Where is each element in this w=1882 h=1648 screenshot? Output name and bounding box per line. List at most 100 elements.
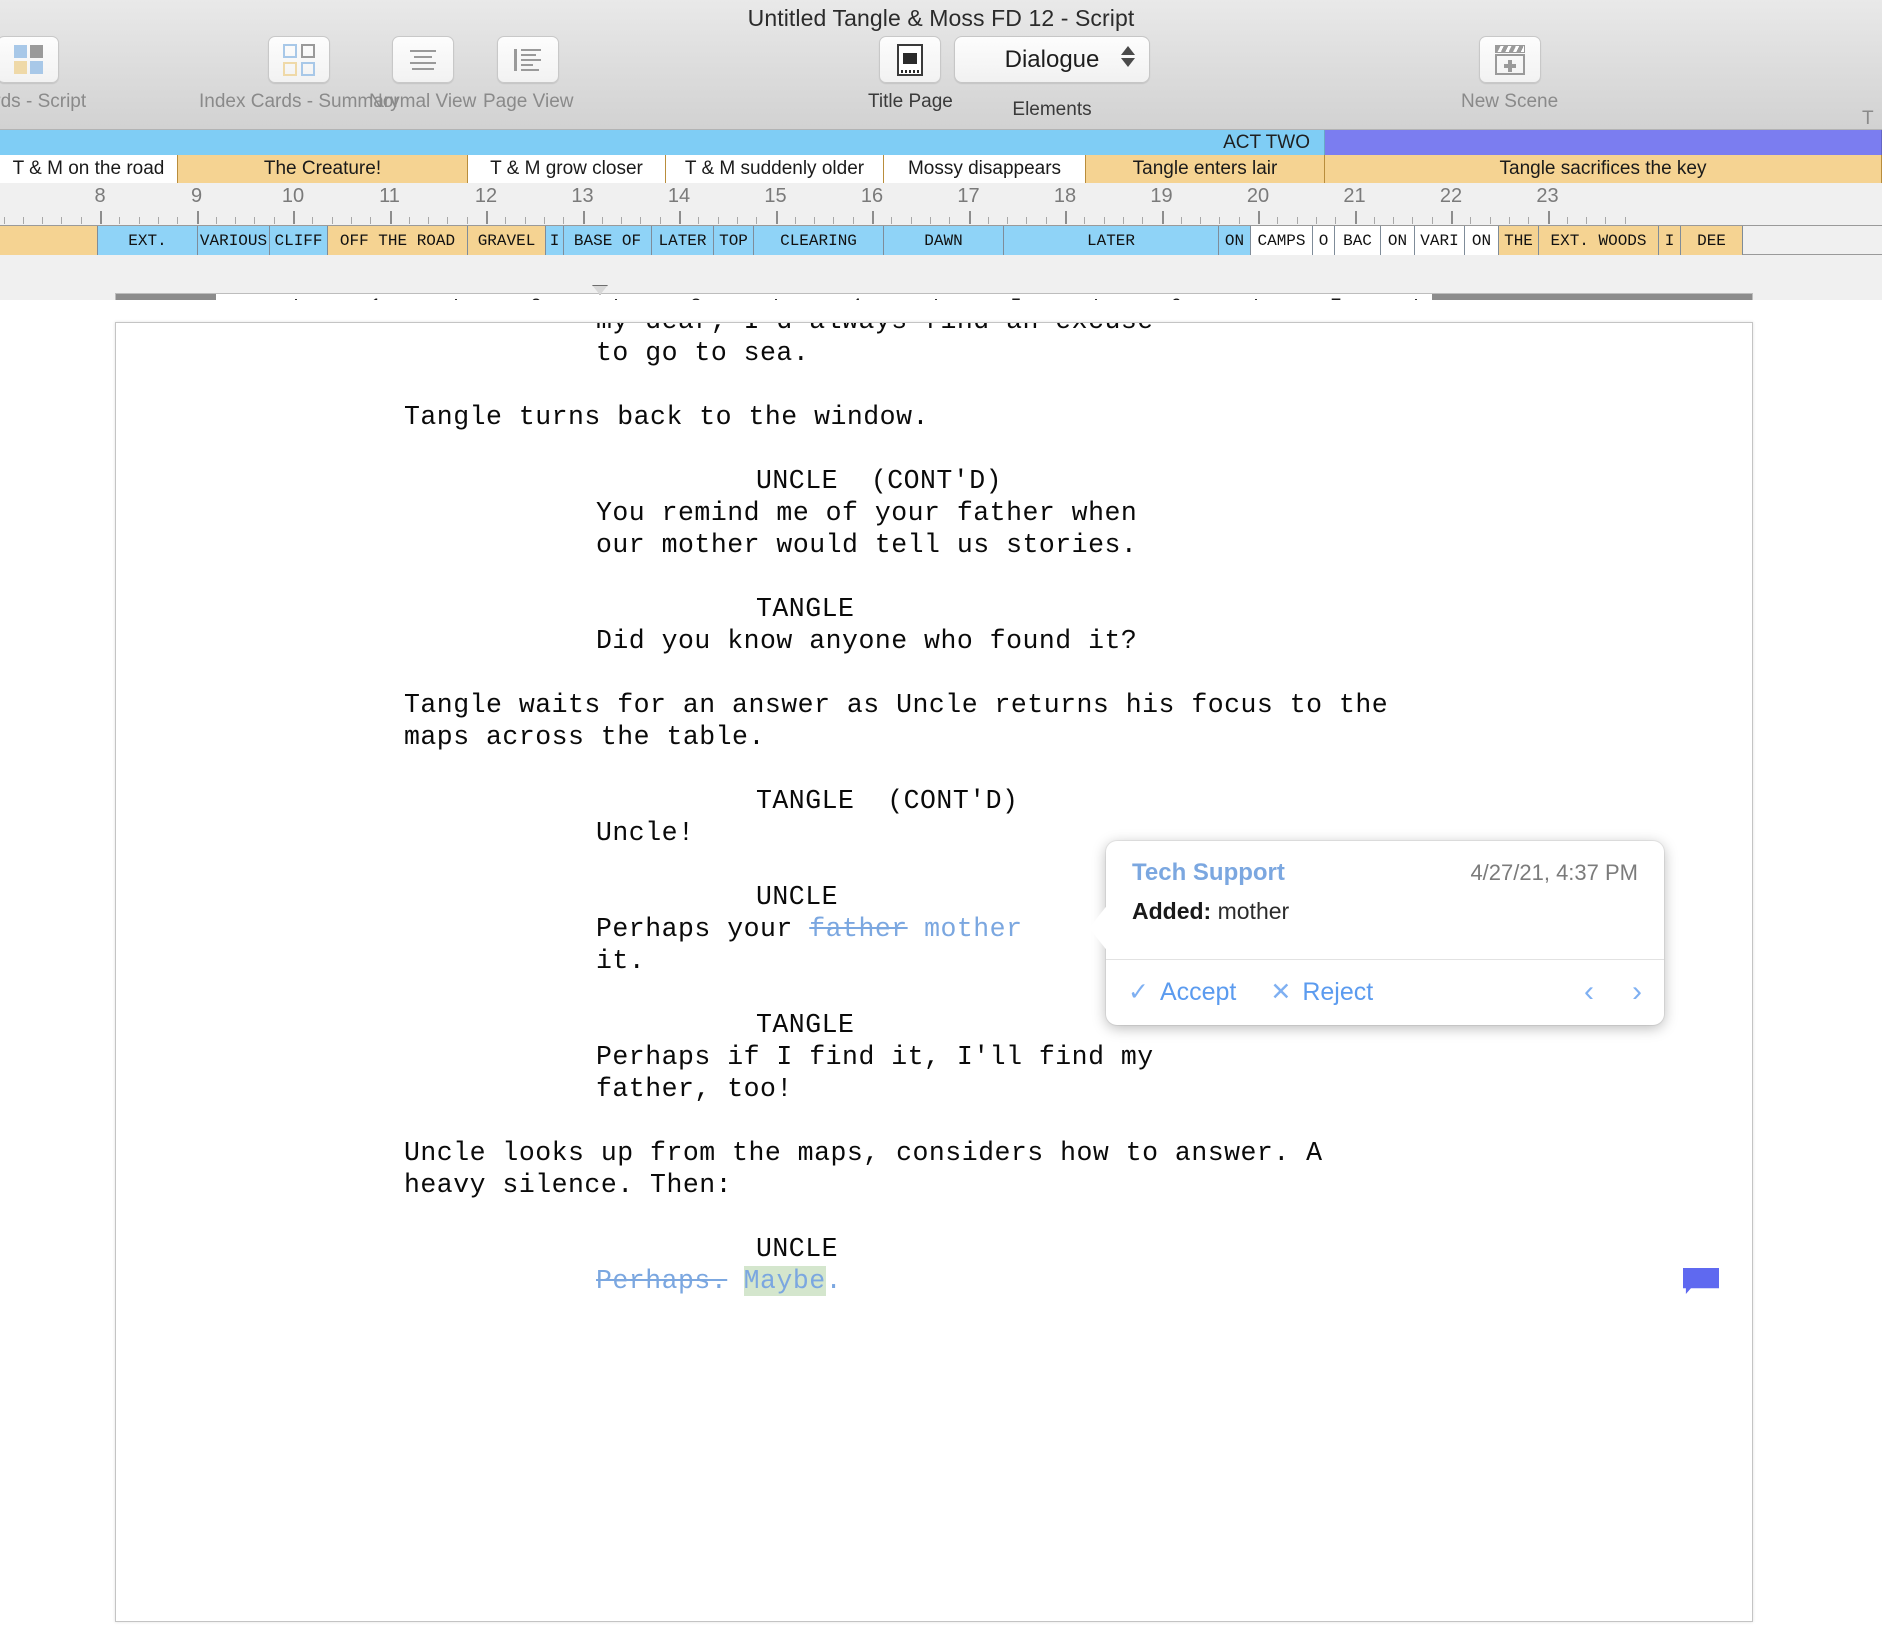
scene-bar[interactable]: EXT.VARIOUSCLIFFOFF THE ROADGRAVELIBASE … (0, 225, 1882, 255)
scene-item[interactable]: VARIOUS (198, 226, 270, 255)
scene-item[interactable]: BAC (1335, 226, 1381, 255)
scene-item[interactable]: LATER (652, 226, 714, 255)
beat-item[interactable]: T & M suddenly older (666, 155, 884, 183)
act-two-label: ACT TWO (1223, 132, 1310, 154)
scene-item[interactable] (0, 226, 98, 255)
script-character-line[interactable]: UNCLE (CONT'D) (116, 465, 1753, 497)
new-scene-button[interactable]: New Scene (1461, 36, 1558, 113)
script-blank-line[interactable] (116, 1105, 1753, 1137)
scene-label: VARIOUS (200, 232, 267, 250)
page-view-button[interactable]: Page View (483, 36, 574, 113)
scene-item[interactable]: CLIFF (270, 226, 328, 255)
ruler-minor-tick (1026, 217, 1027, 224)
scene-item[interactable]: O (1313, 226, 1335, 255)
ruler-minor-tick (1509, 217, 1510, 224)
index-cards-script-button[interactable]: Cards - Script (0, 36, 86, 113)
script-character-line[interactable]: TANGLE (116, 593, 1753, 625)
prev-revision-chevron-left-icon[interactable]: ‹ (1584, 977, 1594, 1007)
ruler-major-tick (1258, 211, 1260, 224)
revision-popup[interactable]: Tech Support 4/27/21, 4:37 PM Added: mot… (1106, 841, 1664, 1025)
act-segment-three[interactable] (1325, 130, 1882, 155)
act-bar[interactable]: ACT TWO (0, 130, 1882, 155)
script-action-line[interactable]: heavy silence. Then: (116, 1169, 1753, 1201)
ruler-minor-tick (1297, 217, 1298, 224)
ruler-minor-tick (177, 217, 178, 224)
scene-item[interactable]: LATER (1004, 226, 1219, 255)
scene-label: GRAVEL (478, 232, 536, 250)
title-page-button[interactable]: Title Page (868, 36, 953, 113)
script-text-run: heavy silence. Then: (404, 1170, 732, 1200)
scene-item[interactable]: BASE OF (564, 226, 652, 255)
script-blank-line[interactable] (116, 657, 1753, 689)
ruler-minor-tick (1046, 217, 1047, 224)
ruler-major-tick (1355, 211, 1357, 224)
normal-view-button[interactable]: Normal View (369, 36, 476, 113)
script-dialogue-line[interactable]: You remind me of your father when (116, 497, 1753, 529)
script-text-run (908, 914, 924, 944)
scene-item[interactable]: OFF THE ROAD (328, 226, 468, 255)
ruler-minor-tick (853, 217, 854, 224)
script-blank-line[interactable] (116, 1201, 1753, 1233)
ruler-minor-tick (1625, 217, 1626, 224)
act-segment-two[interactable]: ACT TWO (0, 130, 1325, 155)
script-action-line[interactable]: Uncle looks up from the maps, considers … (116, 1137, 1753, 1169)
scene-item[interactable]: CAMPS (1251, 226, 1313, 255)
beat-item[interactable]: Mossy disappears (884, 155, 1086, 183)
script-blank-line[interactable] (116, 369, 1753, 401)
scene-label: I (1665, 232, 1675, 250)
beat-item[interactable]: The Creature! (178, 155, 468, 183)
script-blank-line[interactable] (116, 753, 1753, 785)
beat-bar[interactable]: T & M on the roadThe Creature!T & M grow… (0, 155, 1882, 183)
script-text-run: You remind me of your father when (596, 498, 1137, 528)
accept-button[interactable]: ✓ Accept (1128, 977, 1236, 1007)
scene-item[interactable]: CLEARING (754, 226, 884, 255)
ruler-minor-tick (1393, 217, 1394, 224)
scene-item[interactable]: ON (1381, 226, 1415, 255)
scene-item[interactable]: VARI (1415, 226, 1465, 255)
script-text-run: Perhaps if I find it, I'll find my (596, 1042, 1154, 1072)
script-character-line[interactable]: TANGLE (CONT'D) (116, 785, 1753, 817)
ruler-major-tick (1162, 211, 1164, 224)
script-dialogue-line[interactable]: father, too! (116, 1073, 1753, 1105)
script-dialogue-line[interactable]: Perhaps if I find it, I'll find my (116, 1041, 1753, 1073)
script-blank-line[interactable] (116, 433, 1753, 465)
revision-timestamp: 4/27/21, 4:37 PM (1470, 860, 1638, 886)
script-dialogue-line[interactable]: Perhaps. Maybe. (116, 1265, 1753, 1297)
scene-item[interactable]: EXT. (98, 226, 198, 255)
scene-item[interactable]: ON (1219, 226, 1251, 255)
script-dialogue-line[interactable]: our mother would tell us stories. (116, 529, 1753, 561)
scene-item[interactable]: THE (1499, 226, 1539, 255)
ruler-major-tick (583, 211, 585, 224)
toolbar: Untitled Tangle & Moss FD 12 - Script Ca… (0, 0, 1882, 130)
beat-item[interactable]: Tangle enters lair (1086, 155, 1325, 183)
scene-item[interactable]: I (546, 226, 564, 255)
scene-item[interactable]: I (1659, 226, 1681, 255)
elements-select[interactable]: Dialogue (954, 36, 1150, 83)
script-action-line[interactable]: Tangle waits for an answer as Uncle retu… (116, 689, 1753, 721)
script-action-line[interactable]: Tangle turns back to the window. (116, 401, 1753, 433)
scene-item[interactable]: GRAVEL (468, 226, 546, 255)
ruler-major-tick (776, 211, 778, 224)
scene-label: DAWN (924, 232, 962, 250)
beat-item[interactable]: Tangle sacrifices the key (1325, 155, 1882, 183)
page-number-tick: 14 (668, 185, 690, 208)
next-revision-chevron-right-icon[interactable]: › (1632, 977, 1642, 1007)
scene-item[interactable]: ON (1465, 226, 1499, 255)
script-dialogue-line[interactable]: to go to sea. (116, 337, 1753, 369)
scene-item[interactable]: DEE (1681, 226, 1743, 255)
reject-button[interactable]: ✕ Reject (1270, 977, 1373, 1007)
scene-item[interactable]: EXT. WOODS (1539, 226, 1659, 255)
script-dialogue-line[interactable]: Did you know anyone who found it? (116, 625, 1753, 657)
script-action-line[interactable]: maps across the table. (116, 721, 1753, 753)
script-text[interactable]: my dear, I'd always find an excuseto go … (116, 322, 1753, 1297)
beat-item[interactable]: T & M grow closer (468, 155, 666, 183)
scene-item[interactable]: TOP (714, 226, 754, 255)
script-blank-line[interactable] (116, 561, 1753, 593)
beat-item[interactable]: T & M on the road (0, 155, 178, 183)
script-character-line[interactable]: UNCLE (116, 1233, 1753, 1265)
chevron-updown-icon[interactable] (1121, 46, 1135, 67)
script-text-run: Perhaps your (596, 914, 809, 944)
revision-deleted-text: Perhaps. (596, 1266, 727, 1296)
scene-item[interactable]: DAWN (884, 226, 1004, 255)
script-dialogue-line[interactable]: my dear, I'd always find an excuse (116, 322, 1753, 337)
